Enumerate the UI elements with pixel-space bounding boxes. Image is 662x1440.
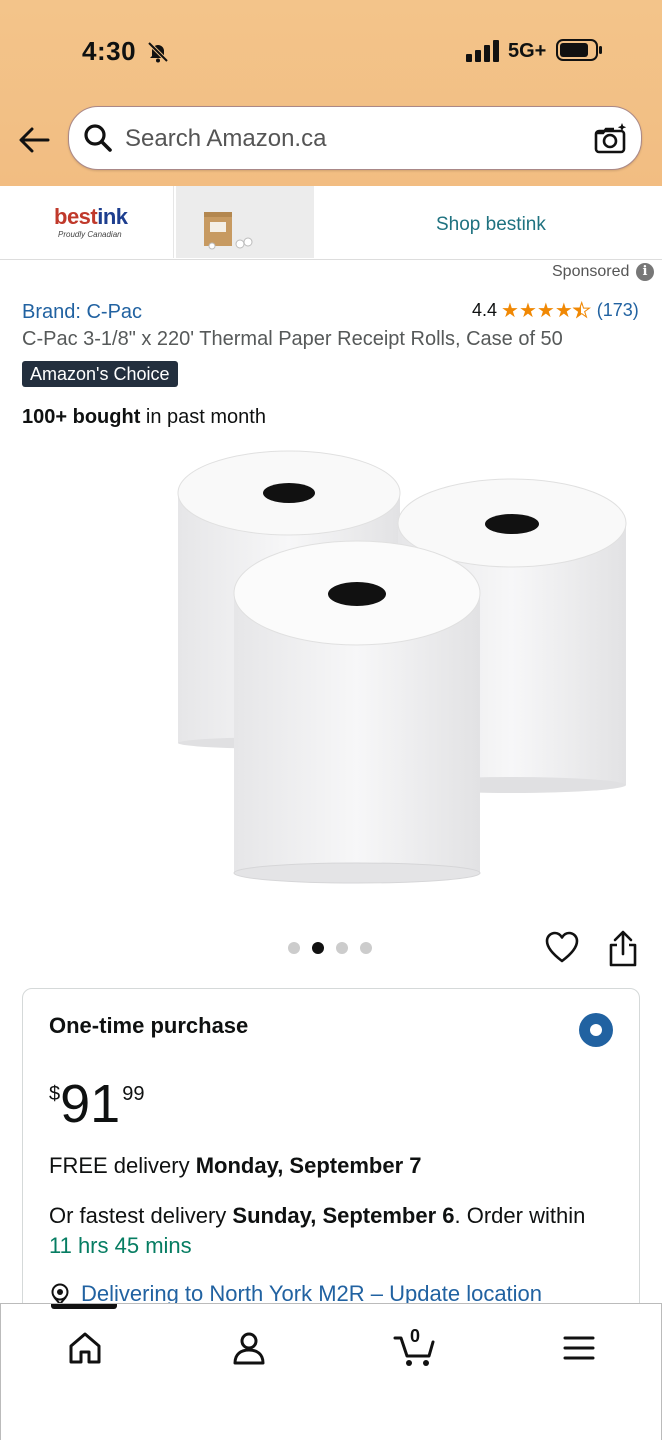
product-image[interactable] <box>170 445 640 895</box>
brand-link[interactable]: Brand: C-Pac <box>22 301 142 324</box>
order-within-countdown: 11 hrs 45 mins <box>49 1233 192 1258</box>
sponsored-label: Sponsored <box>552 263 630 280</box>
shop-brand-link[interactable]: Shop bestink <box>436 214 546 236</box>
free-delivery-text: FREE delivery Monday, September 7 <box>49 1153 422 1178</box>
bought-count: 100+ bought in past month <box>22 406 266 428</box>
search-icon <box>84 124 112 152</box>
price-fraction: 99 <box>122 1083 145 1105</box>
heart-icon[interactable] <box>544 930 580 966</box>
carousel-dot-active[interactable] <box>312 942 324 954</box>
brand-product-image[interactable] <box>176 186 314 258</box>
fastest-delivery-text: Or fastest delivery Sunday, September 6.… <box>49 1203 586 1258</box>
bottom-nav <box>0 1303 662 1440</box>
status-time: 4:30 <box>82 36 137 66</box>
brand-logo[interactable]: bestink Proudly Canadian <box>2 186 174 258</box>
product-title: C-Pac 3-1/8" x 220' Thermal Paper Receip… <box>22 328 563 350</box>
share-icon[interactable] <box>606 930 640 968</box>
camera-search-icon[interactable] <box>593 121 629 155</box>
header: 4:30 5G+ <box>0 0 662 186</box>
battery-icon <box>556 39 602 61</box>
signal-icon <box>466 40 499 62</box>
amazons-choice-badge[interactable]: Amazon's Choice <box>22 361 178 387</box>
rating-stars: ★ ★ ★ ★ ★ <box>501 299 591 322</box>
carousel-dot[interactable] <box>288 942 300 954</box>
price-currency: $ <box>49 1083 61 1105</box>
info-icon[interactable]: i <box>636 263 654 281</box>
star-icon: ★ <box>501 299 519 322</box>
star-icon: ★ <box>554 299 573 322</box>
purchase-option-heading: One-time purchase <box>49 1013 249 1038</box>
brand-tagline: Proudly Canadian <box>58 230 122 239</box>
star-icon: ★ <box>536 299 555 322</box>
search-input[interactable] <box>125 121 565 157</box>
cart-count-badge: 0 <box>410 1326 421 1346</box>
carousel-dot[interactable] <box>360 942 372 954</box>
purchase-option-radio[interactable] <box>579 1013 613 1047</box>
active-tab-indicator <box>51 1304 117 1309</box>
network-label: 5G+ <box>508 40 547 62</box>
bell-muted-icon <box>147 41 169 63</box>
menu-icon[interactable] <box>557 1326 601 1370</box>
rating-summary[interactable]: 4.4 ★ ★ ★ ★ ★ (173) <box>472 300 639 321</box>
price: $ 91 99 <box>49 1077 144 1131</box>
purchase-option-card[interactable]: One-time purchase $ 91 99 FREE delivery … <box>22 988 640 1328</box>
rating-value: 4.4 <box>472 300 498 320</box>
rating-count: (173) <box>596 300 639 320</box>
star-icon: ★ <box>518 299 537 322</box>
home-icon[interactable] <box>63 1326 107 1370</box>
status-bar: 4:30 5G+ <box>0 0 662 100</box>
star-half-icon: ★ <box>572 299 591 322</box>
location-pin-icon <box>51 1283 69 1305</box>
brand-logo-text: bestink <box>54 204 128 229</box>
back-arrow-icon[interactable] <box>16 124 52 156</box>
search-bar[interactable] <box>68 106 642 170</box>
carousel-dot[interactable] <box>336 942 348 954</box>
image-carousel-dots[interactable] <box>288 942 372 954</box>
price-whole: 91 <box>60 1074 121 1134</box>
account-icon[interactable] <box>227 1326 271 1370</box>
sponsored-brand-banner[interactable]: bestink Proudly Canadian <box>0 186 662 260</box>
